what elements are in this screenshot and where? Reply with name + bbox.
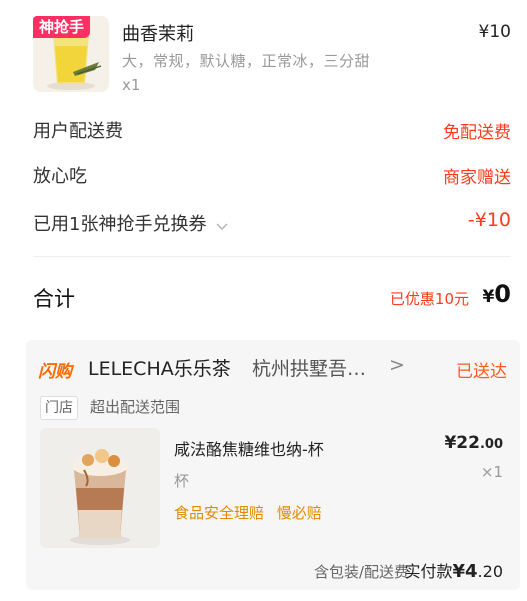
actual-payment-decimal: .20 bbox=[477, 562, 503, 581]
guarantee-late-compensation: 慢必赔 bbox=[276, 504, 322, 522]
actual-payment-label: 实付款 bbox=[404, 562, 453, 581]
item-name: 曲香茉莉 bbox=[122, 24, 194, 45]
coupon-row[interactable]: 已用1张神抢手兑换券 bbox=[33, 210, 228, 236]
actual-payment-currency: ¥ bbox=[452, 561, 466, 582]
item-price: ¥10 bbox=[478, 22, 511, 42]
product-quantity: ×1 bbox=[480, 463, 503, 481]
chevron-down-icon bbox=[216, 215, 228, 236]
item-quantity: x1 bbox=[122, 76, 141, 94]
delivery-status: 已送达 bbox=[456, 362, 507, 382]
store-tag: 门店 bbox=[40, 396, 78, 420]
actual-payment-main: 4 bbox=[465, 561, 478, 582]
product-unit: 杯 bbox=[174, 472, 190, 490]
product-image-caramel-vienna[interactable] bbox=[40, 428, 160, 548]
divider bbox=[33, 256, 511, 257]
discount-amount: 已优惠10元 bbox=[389, 290, 469, 308]
range-note: 超出配送范围 bbox=[90, 398, 181, 416]
guarantee-tags: 食品安全理赔 慢必赔 bbox=[174, 502, 330, 523]
packaging-delivery-note: 含包装/配送费 bbox=[313, 563, 409, 581]
total-label: 合计 bbox=[33, 287, 75, 311]
store-name[interactable]: LELECHA乐乐茶 bbox=[88, 354, 231, 381]
product-price-decimal: .00 bbox=[479, 437, 503, 452]
total-currency: ¥ bbox=[482, 287, 495, 307]
product-price-main: ¥22 bbox=[444, 433, 480, 453]
delivery-fee-label: 用户配送费 bbox=[33, 121, 123, 142]
worry-free-label: 放心吃 bbox=[33, 166, 87, 187]
coupon-value: -¥10 bbox=[467, 209, 511, 231]
flash-deal-badge: 神抢手 bbox=[33, 16, 91, 38]
product-price: ¥22.00 bbox=[444, 433, 503, 453]
delivery-fee-value: 免配送费 bbox=[443, 123, 511, 143]
guarantee-food-safety: 食品安全理赔 bbox=[174, 504, 265, 522]
actual-payment: 实付款¥4.20 bbox=[404, 558, 503, 582]
item-spec: 大，常规，默认糖，正常冰，三分甜 bbox=[122, 52, 371, 70]
total-amount: ¥0 bbox=[482, 280, 511, 308]
worry-free-value: 商家赠送 bbox=[443, 168, 511, 188]
chevron-right-icon[interactable]: > bbox=[389, 354, 405, 376]
shangou-logo: 闪购 bbox=[38, 362, 72, 382]
total-value: 0 bbox=[494, 280, 511, 308]
store-branch[interactable]: 杭州拱墅吾… bbox=[252, 354, 366, 381]
coupon-label: 已用1张神抢手兑换券 bbox=[33, 214, 207, 235]
product-name: 咸法酪焦糖维也纳-杯 bbox=[174, 440, 324, 459]
